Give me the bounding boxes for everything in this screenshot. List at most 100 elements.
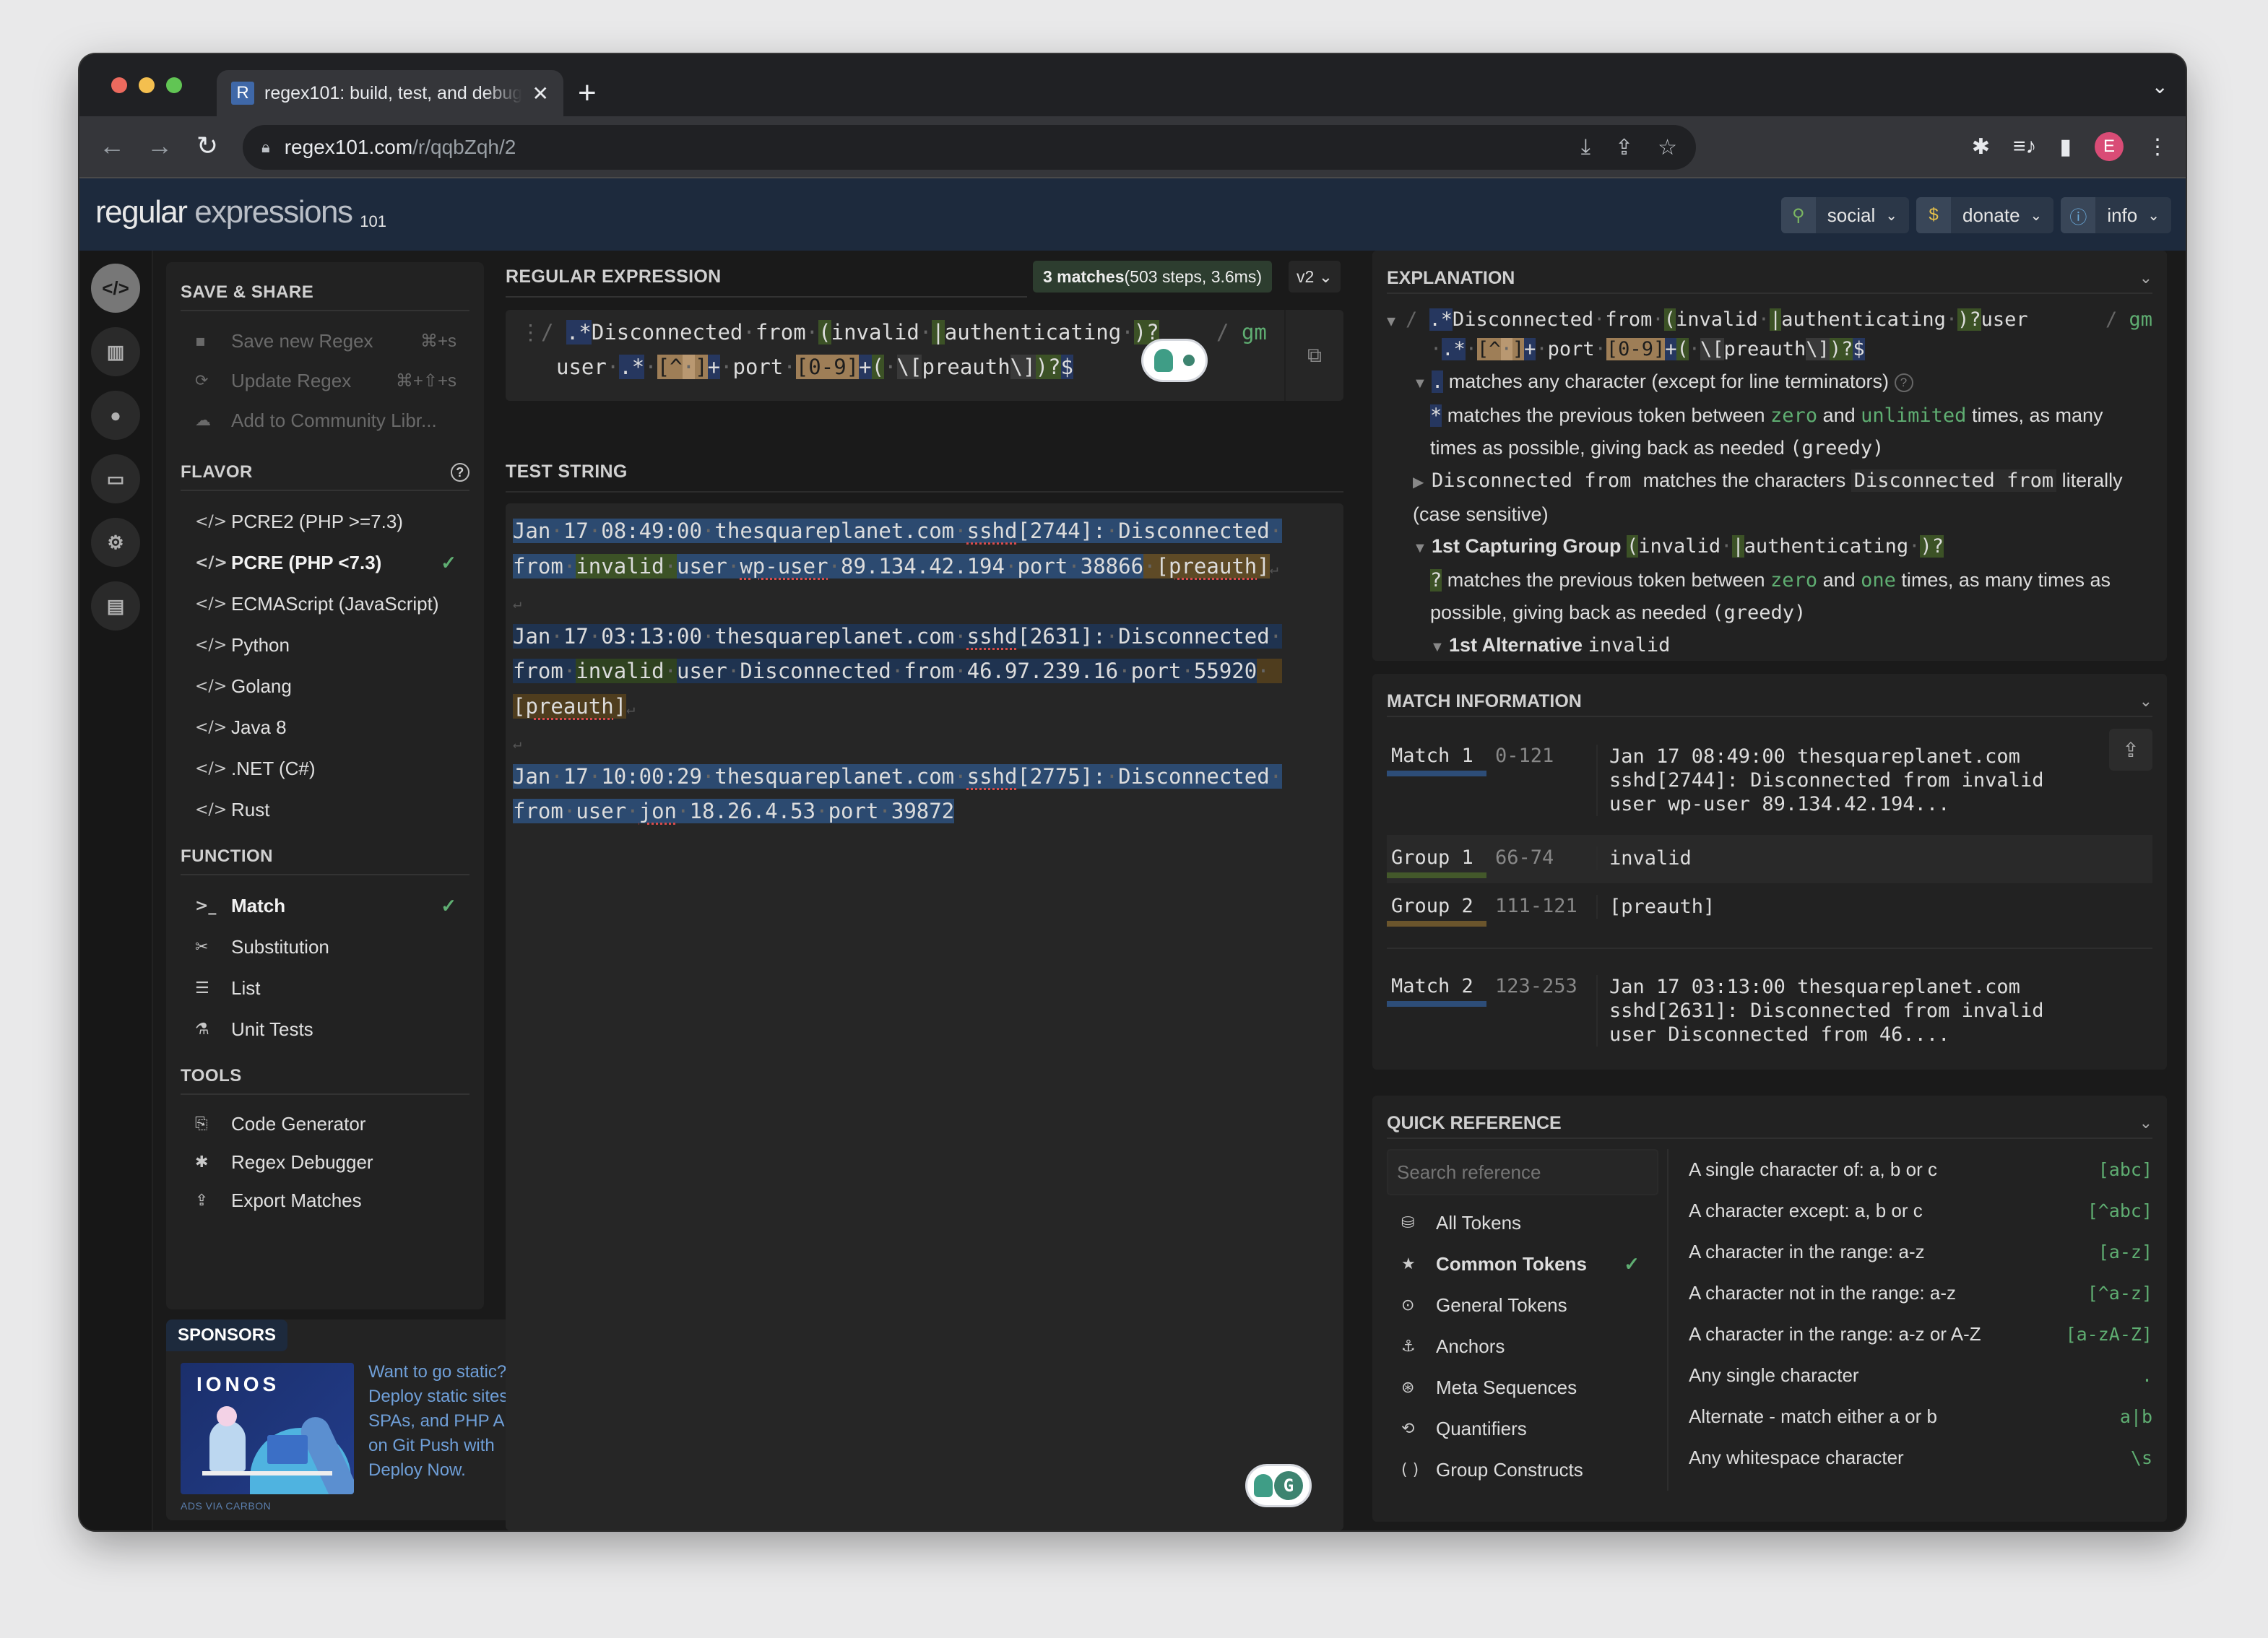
ads-via-carbon-link[interactable]: ADS VIA CARBON (181, 1500, 271, 1512)
expand-triangle-icon[interactable]: ▼ (1413, 532, 1432, 564)
export-matches-button[interactable]: ⇪ Export Matches (181, 1182, 469, 1220)
function-unit-tests[interactable]: ⚗ Unit Tests (181, 1009, 469, 1050)
row-range: 66-74 (1495, 846, 1554, 869)
expand-triangle-icon[interactable]: ▼ (1387, 305, 1406, 337)
menu-label: List (231, 977, 261, 999)
test-string-input[interactable]: Jan·17·08:49:00·thesquareplanet.com·sshd… (506, 503, 1343, 1530)
reference-category[interactable]: ★ Common Tokens ✓ (1387, 1244, 1657, 1285)
collapse-chevron-icon[interactable]: ⌄ (2139, 1114, 2152, 1132)
social-button[interactable]: ⚲ social ⌄ (1780, 197, 1910, 233)
flavor-item[interactable]: </> Java 8 (181, 707, 469, 748)
side-panel-icon[interactable]: ▮ (2059, 134, 2072, 160)
match-row[interactable]: Match 1 0-121 Jan 17 08:49:00 thesquarepla… (1387, 734, 2152, 828)
expand-triangle-icon[interactable]: ▼ (1413, 368, 1432, 399)
maximize-window-button[interactable] (166, 77, 182, 93)
grammarly-status-dot (1183, 355, 1195, 366)
search-reference-input[interactable] (1387, 1149, 1658, 1195)
bookmark-star-icon[interactable]: ☆ (1658, 135, 1677, 160)
group-row[interactable]: Group 2 111-121 [preauth] (1387, 883, 2152, 932)
forward-button[interactable]: → (146, 131, 173, 161)
reference-category[interactable]: ⊙ General Tokens (1387, 1285, 1657, 1326)
save-new-regex-button[interactable]: ▪ Save new Regex ⌘+s (181, 321, 469, 361)
regex-flags[interactable]: / gm (1216, 320, 1267, 344)
flavor-label: Rust (231, 799, 270, 820)
collapse-chevron-icon[interactable]: ⌄ (2139, 692, 2152, 711)
chat-nav-icon[interactable]: ▤ (91, 581, 140, 630)
url-bar[interactable]: 🔒︎ regex101.com/r/qqbZqh/2 ⤓ ⇪ ☆ (243, 125, 1696, 170)
regex-input[interactable]: ⋮/ .*Disconnected·from·(invalid·|authent… (506, 310, 1343, 401)
help-icon[interactable]: ? (1894, 373, 1913, 392)
reference-category[interactable]: ⛁ All Tokens (1387, 1202, 1657, 1244)
explanation-root[interactable]: ▼ / .*Disconnected·from·(invalid·|authent… (1387, 304, 2152, 337)
drag-handle-icon[interactable]: ⋮ (520, 320, 541, 344)
reference-category[interactable]: ⚓ Anchors (1387, 1326, 1657, 1367)
browser-tab[interactable]: R regex101: build, test, and debug regex… (217, 70, 563, 116)
help-icon[interactable]: ? (451, 463, 469, 482)
flavor-item[interactable]: </> ECMAScript (JavaScript) (181, 584, 469, 625)
media-queue-icon[interactable]: ≡♪ (2013, 134, 2037, 159)
reference-token[interactable]: A character in the range: a-z [a-z] (1689, 1231, 2152, 1273)
flavor-item[interactable]: </> Rust (181, 789, 469, 831)
function-list[interactable]: ☰ List (181, 968, 469, 1009)
match-row[interactable]: Match 2 123-253 Jan 17 03:13:00 thesquarep… (1387, 948, 2152, 1058)
reference-category[interactable]: ( ) Group Constructs (1387, 1450, 1657, 1491)
regex-editor-nav-icon[interactable]: </> (91, 264, 140, 313)
kw: zero (1770, 404, 1818, 427)
account-nav-icon[interactable]: ● (91, 391, 140, 440)
group-row[interactable]: Group 1 66-74 invalid (1387, 835, 2152, 883)
grammarly-widget[interactable]: G (1245, 1464, 1312, 1507)
reference-token[interactable]: Any whitespace character \s (1689, 1437, 2152, 1478)
tab-title: regex101: build, test, and debug regex (264, 82, 522, 103)
function-match[interactable]: >_ Match ✓ (181, 885, 469, 927)
copy-regex-icon[interactable]: ⧉ (1284, 310, 1343, 401)
reload-button[interactable]: ↻ (194, 131, 221, 161)
sponsor-ad-image[interactable]: IONOS (181, 1363, 354, 1494)
close-window-button[interactable] (111, 77, 127, 93)
collapse-chevron-icon[interactable]: ⌄ (2139, 269, 2152, 287)
function-substitution[interactable]: ✂ Substitution (181, 927, 469, 968)
browser-menu-icon[interactable]: ⋮ (2147, 134, 2168, 160)
profile-avatar[interactable]: E (2095, 132, 2124, 161)
library-nav-icon[interactable]: ▥ (91, 327, 140, 376)
grammarly-widget[interactable] (1141, 339, 1208, 382)
version-dropdown[interactable]: v2 ⌄ (1289, 261, 1341, 292)
share-icon[interactable]: ⇪ (1615, 135, 1633, 160)
code-tag-icon: </> (195, 801, 228, 819)
reference-token[interactable]: A single character of: a, b or c [abc] (1689, 1149, 2152, 1190)
token-code: [a-z] (2098, 1242, 2152, 1262)
reference-token[interactable]: A character except: a, b or c [^abc] (1689, 1190, 2152, 1231)
reference-category[interactable]: ⟲ Quantifiers (1387, 1408, 1657, 1450)
new-tab-button[interactable]: + (578, 74, 597, 112)
add-to-community-button[interactable]: ☁ Add to Community Libr... (181, 401, 469, 441)
minimize-window-button[interactable] (139, 77, 155, 93)
regex-debugger-button[interactable]: ✱ Regex Debugger (181, 1143, 469, 1182)
flavor-item[interactable]: </> .NET (C#) (181, 748, 469, 789)
reference-token[interactable]: Any single character. (1689, 1355, 2152, 1396)
flavor-item[interactable]: </> PCRE2 (PHP >=7.3) (181, 501, 469, 542)
expand-triangle-icon[interactable]: ▼ (1430, 631, 1449, 661)
site-logo[interactable]: regular expressions 101 (95, 194, 386, 231)
reference-token[interactable]: A character not in the range: a-z [^a-z] (1689, 1273, 2152, 1314)
info-button[interactable]: ⓘ info ⌄ (2061, 197, 2171, 233)
install-app-icon[interactable]: ⤓ (1581, 135, 1590, 160)
donate-button[interactable]: $ donate ⌄ (1916, 197, 2054, 233)
expand-triangle-icon[interactable]: ▶ (1413, 467, 1432, 498)
code-generator-button[interactable]: ⎘ Code Generator (181, 1105, 469, 1143)
reference-token[interactable]: A character in the range: a-z or A-Z [a-z… (1689, 1314, 2152, 1355)
extensions-puzzle-icon[interactable]: ✱ (1972, 134, 1990, 160)
reference-token[interactable]: Alternate - match either a or b a|b (1689, 1396, 2152, 1437)
flavor-item[interactable]: </> Golang (181, 666, 469, 707)
update-regex-button[interactable]: ⟳ Update Regex ⌘+⇧+s (181, 361, 469, 401)
lock-icon[interactable]: 🔒︎ (261, 138, 270, 157)
quiz-gamepad-nav-icon[interactable]: ▭ (91, 454, 140, 503)
close-tab-icon[interactable]: ✕ (532, 82, 549, 105)
reference-category[interactable]: ⊛ Meta Sequences (1387, 1367, 1657, 1408)
back-button[interactable]: ← (98, 131, 126, 161)
token-code: [^a-z] (2087, 1283, 2152, 1304)
tab-search-chevron-icon[interactable]: ⌄ (2152, 74, 2168, 98)
flavor-item[interactable]: </> PCRE (PHP <7.3) ✓ (181, 542, 469, 584)
test-line: Jan·17·10:00:29·thesquareplanet.com·sshd… (513, 763, 1283, 789)
flavor-item[interactable]: </> Python (181, 625, 469, 666)
flavor-label: Golang (231, 675, 292, 697)
settings-gear-nav-icon[interactable]: ⚙ (91, 518, 140, 567)
